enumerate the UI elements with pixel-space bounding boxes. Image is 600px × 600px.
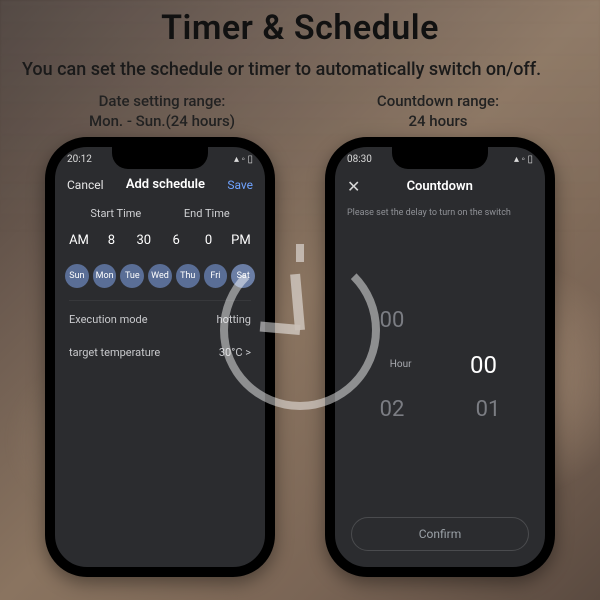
caption-left-l2: Mon. - Sun.(24 hours): [35, 112, 289, 132]
hour-unit: Hour: [390, 359, 412, 370]
end-time-label: End Time: [184, 207, 230, 220]
countdown-picker[interactable]: 00 01 Hour 00 Minute 02 01: [335, 224, 545, 505]
day-selector: Sun Mon Tue Wed Thu Fri Sat: [55, 254, 265, 298]
caption-right: Countdown range: 24 hours: [311, 92, 565, 131]
cd-min-next: 01: [464, 397, 512, 422]
status-icons: ▴ ◦ ▯: [234, 154, 253, 165]
caption-right-l1: Countdown range:: [311, 92, 565, 112]
day-sat[interactable]: Sat: [231, 264, 255, 288]
phone-notch: [112, 147, 208, 169]
phone-countdown: 08:30 ▴ ◦ ▯ ✕ Countdown Please set the d…: [325, 137, 555, 577]
exec-mode-label: Execution mode: [69, 313, 148, 326]
target-temp-value[interactable]: 30°C >: [219, 346, 251, 359]
save-button[interactable]: Save: [227, 178, 253, 192]
caption-left: Date setting range: Mon. - Sun.(24 hours…: [35, 92, 289, 131]
cd-hour-prev: 00: [368, 308, 416, 333]
cd-hour-next: 02: [368, 397, 416, 422]
status-icons: ▴ ◦ ▯: [514, 154, 533, 165]
cd-min[interactable]: 00: [459, 351, 507, 379]
exec-mode-value[interactable]: hotting: [217, 313, 251, 326]
phone-notch: [392, 147, 488, 169]
close-icon[interactable]: ✕: [347, 177, 360, 196]
day-thu[interactable]: Thu: [176, 264, 200, 288]
target-temp-label: target temperature: [69, 346, 160, 359]
picker-end-hour[interactable]: 6: [166, 233, 186, 248]
caption-left-l1: Date setting range:: [35, 92, 289, 112]
screen-title: Countdown: [407, 179, 473, 194]
status-time: 08:30: [347, 154, 372, 165]
picker-start-min[interactable]: 30: [134, 233, 154, 248]
cancel-button[interactable]: Cancel: [67, 178, 104, 192]
phone-captions: Date setting range: Mon. - Sun.(24 hours…: [0, 92, 600, 137]
time-picker[interactable]: AM 8 30 6 0 PM: [55, 227, 265, 254]
page-title: Timer & Schedule: [0, 0, 600, 52]
divider: [69, 300, 251, 301]
phone-schedule: 20:12 ▴ ◦ ▯ Cancel Add schedule Save Sta…: [45, 137, 275, 577]
page-subtitle: You can set the schedule or timer to aut…: [0, 52, 600, 92]
picker-pm[interactable]: PM: [231, 233, 251, 248]
day-sun[interactable]: Sun: [65, 264, 89, 288]
cd-hour[interactable]: 01: [325, 351, 340, 379]
caption-right-l2: 24 hours: [311, 112, 565, 132]
day-fri[interactable]: Fri: [204, 264, 228, 288]
day-wed[interactable]: Wed: [148, 264, 172, 288]
picker-end-min[interactable]: 0: [199, 233, 219, 248]
screen-title: Add schedule: [126, 177, 205, 192]
picker-am[interactable]: AM: [69, 233, 89, 248]
status-time: 20:12: [67, 154, 92, 165]
day-mon[interactable]: Mon: [93, 264, 117, 288]
start-time-label: Start Time: [90, 207, 141, 220]
countdown-hint: Please set the delay to turn on the swit…: [335, 204, 545, 224]
confirm-button[interactable]: Confirm: [351, 517, 529, 551]
day-tue[interactable]: Tue: [120, 264, 144, 288]
picker-start-hour[interactable]: 8: [101, 233, 121, 248]
